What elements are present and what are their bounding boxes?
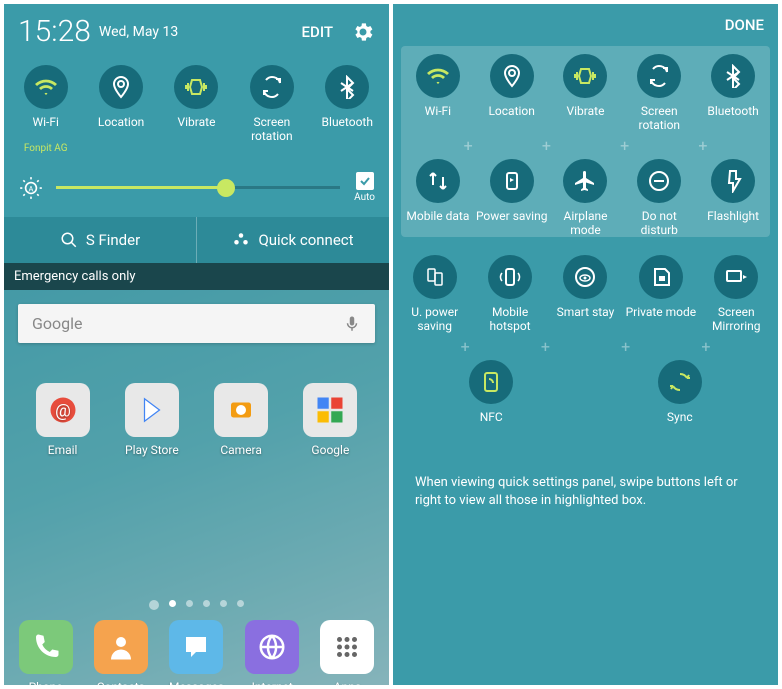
settings-icon[interactable]: [351, 20, 375, 44]
google-search-bar[interactable]: Google: [18, 304, 375, 343]
toggle-flash[interactable]: Flashlight: [697, 159, 769, 237]
rotate-icon: [260, 75, 284, 99]
toggle-upower[interactable]: U. power saving: [399, 255, 471, 333]
airplane-icon: [573, 169, 597, 193]
brightness-row: A Auto: [4, 164, 389, 217]
app-google[interactable]: Google: [303, 383, 357, 457]
vibrate-icon: [573, 64, 597, 88]
quick-connect-icon: [232, 231, 250, 249]
toggle-wifi[interactable]: Wi-Fi Fonpit AG: [10, 65, 82, 154]
dock: Phone Contacts Messages Internet Apps: [4, 608, 389, 685]
search-placeholder: Google: [32, 314, 83, 333]
toggle-power[interactable]: Power saving: [476, 159, 548, 237]
toggle-airplane[interactable]: Airplane mode: [549, 159, 621, 237]
app-camera[interactable]: Camera: [214, 383, 268, 457]
toggle-location[interactable]: Location: [85, 65, 157, 154]
smartstay-icon: [573, 265, 597, 289]
toggle-mirror[interactable]: Screen Mirroring: [700, 255, 772, 333]
power-icon: [500, 169, 524, 193]
tools-row: S Finder Quick connect: [4, 217, 389, 263]
toggle-data[interactable]: Mobile data: [402, 159, 474, 237]
brightness-auto-icon: A: [18, 175, 44, 201]
quick-connect-button[interactable]: Quick connect: [197, 217, 389, 263]
wifi-icon: [34, 75, 58, 99]
available-toggles: U. power saving Mobile hotspot Smart sta…: [393, 245, 778, 456]
home-screen: Google @ Email Play Store Camera Google …: [4, 290, 389, 685]
brightness-slider[interactable]: [56, 186, 340, 189]
search-icon: [60, 231, 78, 249]
toggle-vibrate[interactable]: Vibrate: [160, 65, 232, 154]
flash-icon: [721, 169, 745, 193]
mirror-icon: [724, 265, 748, 289]
app-messages[interactable]: Messages: [169, 620, 224, 685]
hint-text: When viewing quick settings panel, swipe…: [393, 456, 778, 528]
app-row: @ Email Play Store Camera Google: [18, 383, 375, 457]
app-contacts[interactable]: Contacts: [94, 620, 148, 685]
status-header: 15:28 Wed, May 13 EDIT: [4, 4, 389, 59]
toggle-wifi[interactable]: Wi-Fi: [402, 54, 474, 132]
hotspot-icon: [498, 265, 522, 289]
toggle-hotspot[interactable]: Mobile hotspot: [474, 255, 546, 333]
vibrate-icon: [184, 75, 208, 99]
app-internet[interactable]: Internet: [245, 620, 299, 685]
date: Wed, May 13: [99, 24, 178, 40]
location-icon: [109, 75, 133, 99]
svg-text:@: @: [55, 401, 71, 421]
app-play store[interactable]: Play Store: [125, 383, 179, 457]
toggle-vibrate[interactable]: Vibrate: [549, 54, 621, 132]
sync-icon: [668, 370, 692, 394]
toggle-rotate[interactable]: Screen rotation: [623, 54, 695, 132]
app-phone[interactable]: Phone: [19, 620, 73, 685]
toggle-bluetooth[interactable]: Bluetooth: [311, 65, 383, 154]
edit-button[interactable]: EDIT: [302, 23, 333, 41]
toggle-nfc[interactable]: NFC: [455, 360, 527, 438]
toggle-private[interactable]: Private mode: [625, 255, 697, 333]
notification-panel-screen: 15:28 Wed, May 13 EDIT Wi-Fi Fonpit AG L…: [4, 4, 389, 685]
app-email[interactable]: @ Email: [36, 383, 90, 457]
toggle-location[interactable]: Location: [476, 54, 548, 132]
upower-icon: [423, 265, 447, 289]
clock: 15:28: [18, 14, 91, 49]
bluetooth-icon: [335, 75, 359, 99]
highlighted-toggles-box: Wi-Fi Location Vibrate Screen rotation B…: [401, 46, 770, 237]
toggle-dnd[interactable]: Do not disturb: [623, 159, 695, 237]
wifi-icon: [426, 64, 450, 88]
nfc-icon: [479, 370, 503, 394]
quick-settings-row: Wi-Fi Fonpit AG Location Vibrate Screen …: [4, 59, 389, 164]
carrier-status: Emergency calls only: [4, 263, 389, 290]
dnd-icon: [647, 169, 671, 193]
toggle-bluetooth[interactable]: Bluetooth: [697, 54, 769, 132]
location-icon: [500, 64, 524, 88]
toggle-smartstay[interactable]: Smart stay: [549, 255, 621, 333]
data-icon: [426, 169, 450, 193]
svg-text:A: A: [29, 184, 34, 193]
done-button[interactable]: DONE: [393, 4, 778, 46]
toggle-sync[interactable]: Sync: [644, 360, 716, 438]
mic-icon[interactable]: [343, 315, 361, 333]
s-finder-button[interactable]: S Finder: [4, 217, 197, 263]
private-icon: [649, 265, 673, 289]
bluetooth-icon: [721, 64, 745, 88]
rotate-icon: [647, 64, 671, 88]
auto-brightness-toggle[interactable]: Auto: [354, 172, 375, 203]
app-apps[interactable]: Apps: [320, 620, 374, 685]
toggle-rotate[interactable]: Screen rotation: [236, 65, 308, 154]
edit-quick-settings-screen: DONE Wi-Fi Location Vibrate Screen rotat…: [393, 4, 778, 685]
